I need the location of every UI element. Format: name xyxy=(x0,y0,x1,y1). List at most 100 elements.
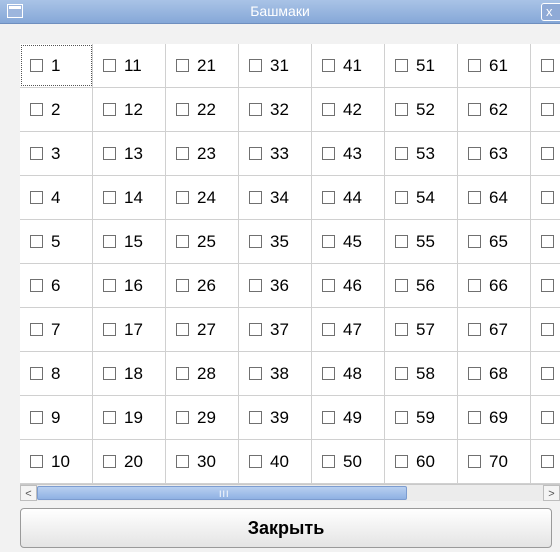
checkbox-item[interactable]: 35 xyxy=(239,220,312,264)
scroll-right-arrow-icon[interactable]: > xyxy=(543,485,560,501)
checkbox-item[interactable]: 55 xyxy=(385,220,458,264)
checkbox-item[interactable]: 54 xyxy=(385,176,458,220)
checkbox[interactable] xyxy=(322,455,335,468)
checkbox[interactable] xyxy=(395,103,408,116)
checkbox[interactable] xyxy=(30,191,43,204)
checkbox-item[interactable] xyxy=(531,132,560,176)
checkbox[interactable] xyxy=(176,455,189,468)
checkbox[interactable] xyxy=(541,147,554,160)
checkbox-item[interactable]: 9 xyxy=(20,396,93,440)
checkbox[interactable] xyxy=(395,279,408,292)
checkbox-item[interactable]: 38 xyxy=(239,352,312,396)
checkbox-item[interactable]: 69 xyxy=(458,396,531,440)
checkbox[interactable] xyxy=(103,323,116,336)
checkbox-item[interactable]: 33 xyxy=(239,132,312,176)
checkbox[interactable] xyxy=(541,103,554,116)
checkbox-item[interactable]: 47 xyxy=(312,308,385,352)
checkbox[interactable] xyxy=(30,455,43,468)
checkbox[interactable] xyxy=(468,235,481,248)
checkbox-item[interactable]: 61 xyxy=(458,44,531,88)
checkbox[interactable] xyxy=(541,367,554,380)
checkbox-item[interactable]: 27 xyxy=(166,308,239,352)
checkbox[interactable] xyxy=(176,235,189,248)
checkbox[interactable] xyxy=(176,323,189,336)
checkbox[interactable] xyxy=(103,59,116,72)
scrollbar-thumb[interactable]: III xyxy=(37,486,407,500)
checkbox-item[interactable] xyxy=(531,440,560,484)
checkbox-item[interactable]: 7 xyxy=(20,308,93,352)
checkbox-item[interactable]: 13 xyxy=(93,132,166,176)
checkbox[interactable] xyxy=(322,367,335,380)
checkbox[interactable] xyxy=(30,103,43,116)
checkbox[interactable] xyxy=(322,103,335,116)
checkbox-item[interactable]: 68 xyxy=(458,352,531,396)
checkbox[interactable] xyxy=(322,235,335,248)
checkbox-item[interactable] xyxy=(531,220,560,264)
checkbox[interactable] xyxy=(30,235,43,248)
checkbox[interactable] xyxy=(541,323,554,336)
checkbox[interactable] xyxy=(103,191,116,204)
checkbox-item[interactable] xyxy=(531,44,560,88)
checkbox[interactable] xyxy=(176,411,189,424)
checkbox[interactable] xyxy=(30,367,43,380)
checkbox[interactable] xyxy=(249,367,262,380)
checkbox-item[interactable]: 32 xyxy=(239,88,312,132)
checkbox[interactable] xyxy=(103,147,116,160)
checkbox-item[interactable] xyxy=(531,352,560,396)
checkbox-item[interactable]: 59 xyxy=(385,396,458,440)
checkbox-item[interactable]: 52 xyxy=(385,88,458,132)
checkbox[interactable] xyxy=(30,279,43,292)
checkbox-item[interactable]: 4 xyxy=(20,176,93,220)
checkbox-item[interactable] xyxy=(531,308,560,352)
checkbox[interactable] xyxy=(541,411,554,424)
checkbox[interactable] xyxy=(176,191,189,204)
checkbox[interactable] xyxy=(395,411,408,424)
checkbox-item[interactable]: 34 xyxy=(239,176,312,220)
checkbox-item[interactable]: 8 xyxy=(20,352,93,396)
checkbox[interactable] xyxy=(395,455,408,468)
checkbox[interactable] xyxy=(395,235,408,248)
checkbox[interactable] xyxy=(468,103,481,116)
checkbox[interactable] xyxy=(249,411,262,424)
checkbox-item[interactable]: 5 xyxy=(20,220,93,264)
checkbox[interactable] xyxy=(541,191,554,204)
checkbox-item[interactable]: 67 xyxy=(458,308,531,352)
scroll-left-arrow-icon[interactable]: < xyxy=(20,485,37,501)
checkbox-item[interactable]: 10 xyxy=(20,440,93,484)
horizontal-scrollbar[interactable]: < III > xyxy=(20,484,560,501)
checkbox[interactable] xyxy=(468,59,481,72)
window-close-button[interactable]: x xyxy=(541,3,560,21)
checkbox-item[interactable]: 6 xyxy=(20,264,93,308)
checkbox[interactable] xyxy=(176,367,189,380)
checkbox[interactable] xyxy=(395,59,408,72)
checkbox-item[interactable] xyxy=(531,396,560,440)
checkbox[interactable] xyxy=(541,279,554,292)
checkbox-item[interactable]: 58 xyxy=(385,352,458,396)
checkbox[interactable] xyxy=(322,59,335,72)
checkbox-item[interactable]: 57 xyxy=(385,308,458,352)
checkbox[interactable] xyxy=(468,191,481,204)
checkbox[interactable] xyxy=(249,147,262,160)
checkbox[interactable] xyxy=(103,235,116,248)
checkbox-item[interactable]: 3 xyxy=(20,132,93,176)
checkbox-item[interactable]: 20 xyxy=(93,440,166,484)
checkbox[interactable] xyxy=(176,279,189,292)
checkbox-item[interactable]: 45 xyxy=(312,220,385,264)
checkbox-item[interactable]: 1 xyxy=(20,44,93,88)
checkbox-item[interactable]: 50 xyxy=(312,440,385,484)
checkbox-item[interactable]: 70 xyxy=(458,440,531,484)
checkbox-item[interactable]: 16 xyxy=(93,264,166,308)
checkbox[interactable] xyxy=(322,147,335,160)
close-button[interactable]: Закрыть xyxy=(20,508,552,548)
checkbox-item[interactable]: 39 xyxy=(239,396,312,440)
checkbox[interactable] xyxy=(30,323,43,336)
checkbox-item[interactable]: 40 xyxy=(239,440,312,484)
checkbox[interactable] xyxy=(541,455,554,468)
checkbox-item[interactable]: 24 xyxy=(166,176,239,220)
checkbox-item[interactable]: 65 xyxy=(458,220,531,264)
checkbox-item[interactable]: 36 xyxy=(239,264,312,308)
checkbox[interactable] xyxy=(395,191,408,204)
checkbox[interactable] xyxy=(249,103,262,116)
checkbox[interactable] xyxy=(322,279,335,292)
checkbox-item[interactable]: 53 xyxy=(385,132,458,176)
